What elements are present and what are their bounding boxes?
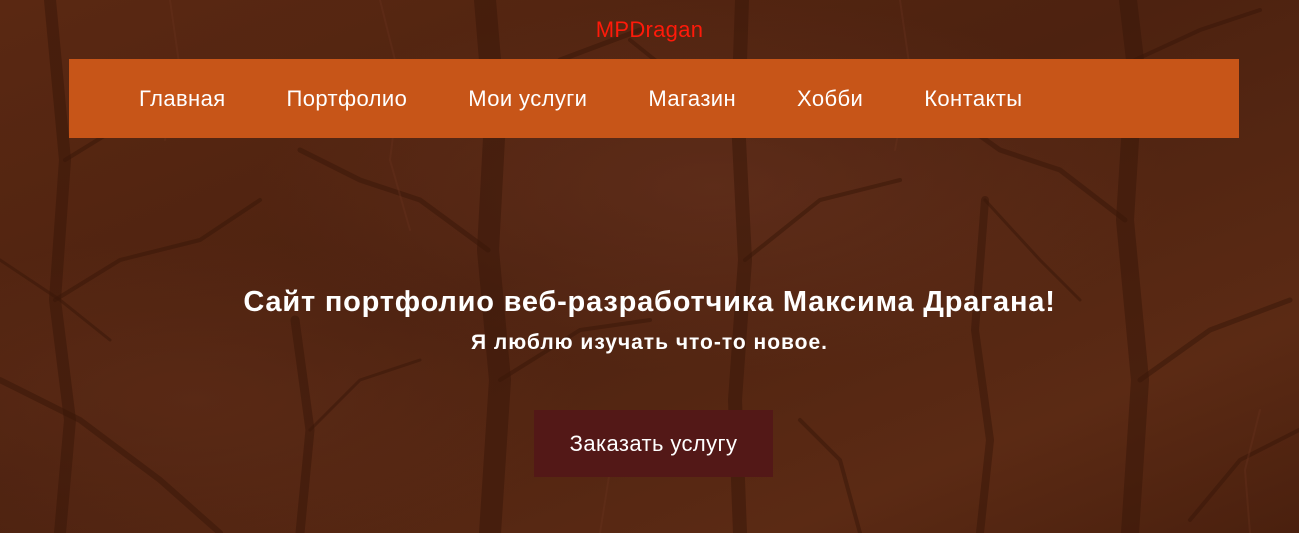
hero-subtitle: Я люблю изучать что-то новое. bbox=[470, 331, 829, 354]
nav-item-contacts[interactable]: Контакты bbox=[924, 85, 1022, 113]
nav-item-hobby[interactable]: Хобби bbox=[797, 85, 863, 113]
nav-item-portfolio[interactable]: Портфолио bbox=[287, 85, 408, 113]
nav-item-home[interactable]: Главная bbox=[139, 85, 226, 113]
main-navigation: Главная Портфолио Мои услуги Магазин Хоб… bbox=[69, 59, 1239, 138]
nav-item-services[interactable]: Мои услуги bbox=[468, 85, 587, 113]
nav-item-shop[interactable]: Магазин bbox=[648, 85, 736, 113]
order-service-button[interactable]: Заказать услугу bbox=[534, 410, 773, 477]
hero-title: Сайт портфолио веб-разработчика Максима … bbox=[243, 286, 1056, 318]
site-logo[interactable]: MPDragan bbox=[0, 16, 1299, 44]
